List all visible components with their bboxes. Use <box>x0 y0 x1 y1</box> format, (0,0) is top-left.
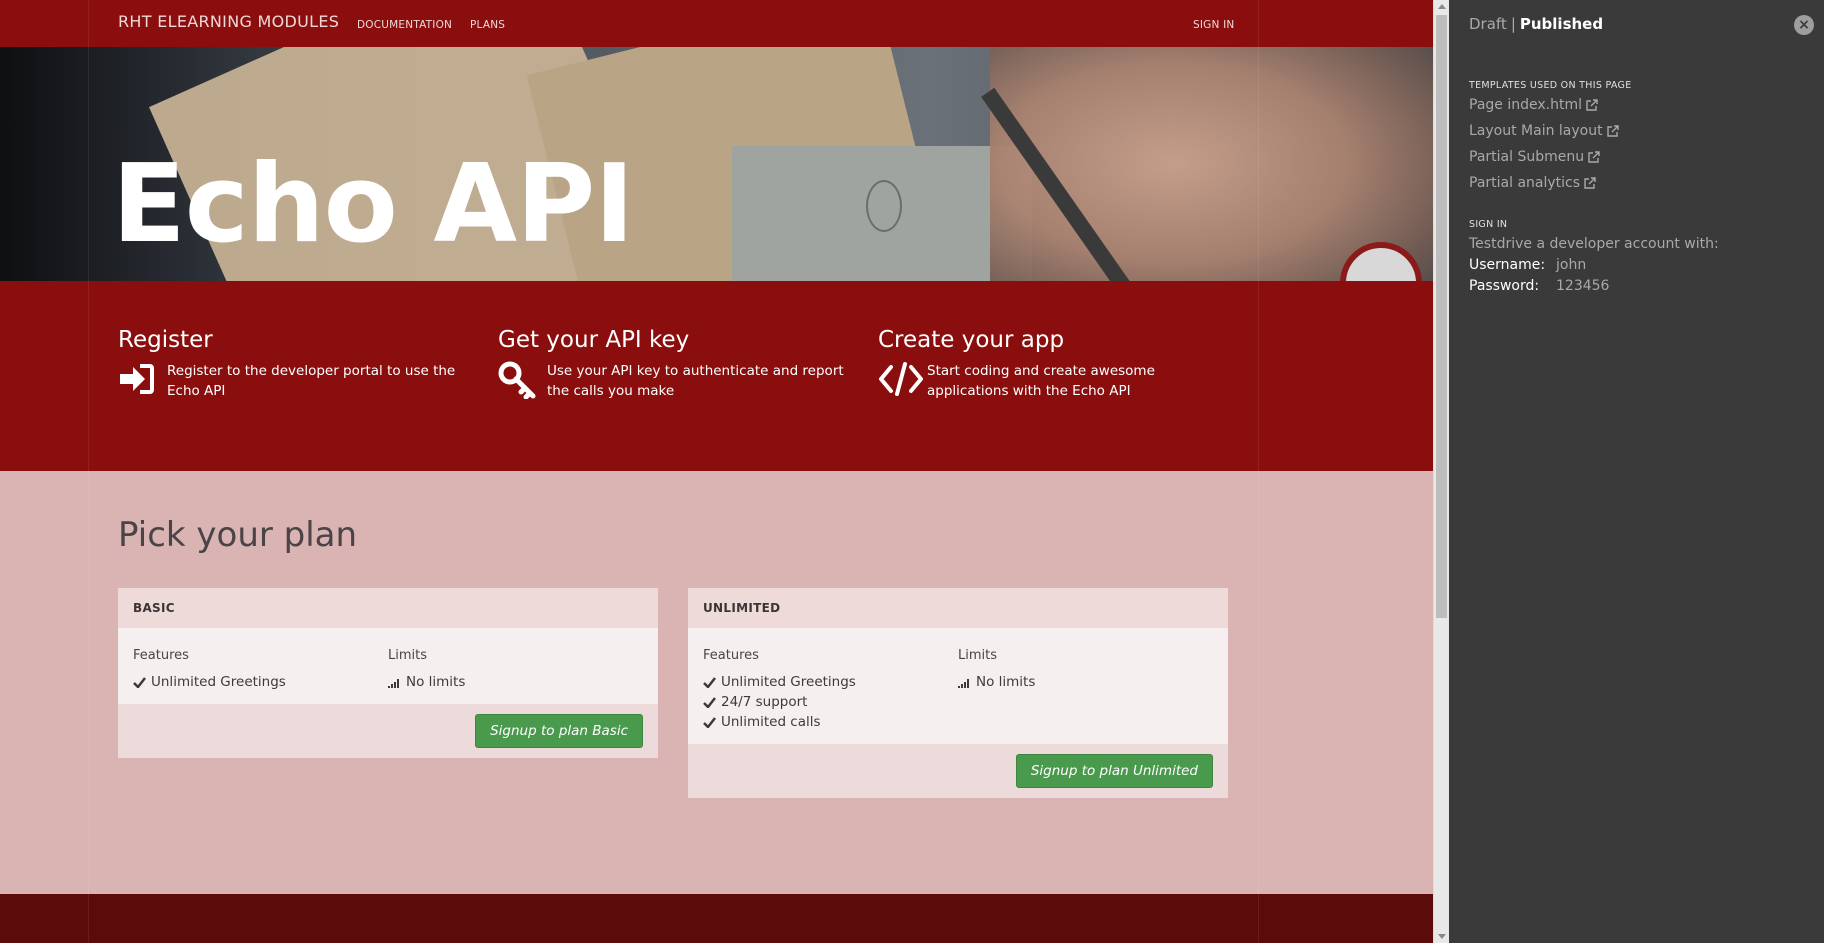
templates-heading: TEMPLATES USED ON THIS PAGE <box>1469 80 1632 91</box>
signal-bars-icon <box>958 677 972 688</box>
plan-card-unlimited: UNLIMITED Features Unlimited Greetings 2… <box>688 588 1228 798</box>
signin-heading: SIGN IN <box>1469 219 1508 230</box>
limits-label: Limits <box>958 648 997 663</box>
feature-title: Get your API key <box>498 327 690 353</box>
username-label: Username: <box>1469 257 1546 273</box>
feature-text: Start coding and create awesome applicat… <box>927 363 1155 399</box>
external-link-icon <box>1586 99 1598 111</box>
feature-text: Register to the developer portal to use … <box>167 363 456 399</box>
page-scrollbar[interactable] <box>1433 0 1449 943</box>
feature-text: Use your API key to authenticate and rep… <box>547 363 844 399</box>
draft-link[interactable]: Draft <box>1469 15 1507 33</box>
hero-title: Echo API <box>112 142 634 267</box>
check-icon <box>703 676 717 688</box>
limit-item: No limits <box>388 672 643 692</box>
signal-bars-icon <box>388 677 402 688</box>
feature-title: Create your app <box>878 327 1065 353</box>
key-icon <box>498 361 538 400</box>
portal-page: RHT ELEARNING MODULES DOCUMENTATION PLAN… <box>0 0 1433 943</box>
footer-band <box>0 894 1433 943</box>
check-icon <box>133 676 147 688</box>
nav-documentation[interactable]: DOCUMENTATION <box>357 19 452 31</box>
scroll-up-arrow-icon[interactable] <box>1438 4 1446 9</box>
close-icon[interactable]: × <box>1794 15 1814 35</box>
template-link[interactable]: Partial Submenu <box>1469 149 1600 165</box>
plan-card-basic: BASIC Features Unlimited Greetings Limit… <box>118 588 658 758</box>
plan-name: UNLIMITED <box>688 588 1228 628</box>
external-link-icon <box>1588 151 1600 163</box>
plans-title: Pick your plan <box>118 515 358 555</box>
plan-name: BASIC <box>118 588 658 628</box>
container-edge <box>1258 0 1259 943</box>
feature-api-key: Get your API key Use your API key to aut… <box>498 327 858 401</box>
brand-link[interactable]: RHT ELEARNING MODULES <box>118 12 339 31</box>
feature-create-app: Create your app Start coding and create … <box>878 327 1238 401</box>
draft-published-toggle: Draft | Published <box>1469 15 1604 33</box>
password-value: 123456 <box>1556 278 1610 294</box>
signup-unlimited-button[interactable]: Signup to plan Unlimited <box>1015 754 1213 788</box>
container-edge <box>88 0 89 943</box>
sign-in-icon <box>118 361 158 397</box>
feature-item: Unlimited Greetings <box>133 672 388 692</box>
nav-sign-in[interactable]: SIGN IN <box>1193 19 1234 31</box>
password-label: Password: <box>1469 278 1540 294</box>
features-label: Features <box>703 648 759 663</box>
code-icon <box>878 361 923 397</box>
check-icon <box>703 716 717 728</box>
template-link[interactable]: Page index.html <box>1469 97 1598 113</box>
limit-item: No limits <box>958 672 1213 692</box>
username-value: john <box>1556 257 1587 273</box>
signup-basic-button[interactable]: Signup to plan Basic <box>475 714 643 748</box>
top-nav: RHT ELEARNING MODULES DOCUMENTATION PLAN… <box>0 0 1433 47</box>
feature-register: Register Register to the developer porta… <box>118 327 478 401</box>
hero-banner: Echo API <box>0 47 1433 281</box>
published-link[interactable]: Published <box>1520 15 1603 33</box>
scroll-down-arrow-icon[interactable] <box>1438 934 1446 939</box>
feature-item: 24/7 support <box>703 692 958 712</box>
external-link-icon <box>1606 125 1619 137</box>
scrollbar-thumb[interactable] <box>1436 15 1447 618</box>
features-label: Features <box>133 648 189 663</box>
cms-side-panel: Draft | Published × TEMPLATES USED ON THIS… <box>1449 0 1824 943</box>
hero-image-seal <box>866 180 902 232</box>
feature-title: Register <box>118 327 213 353</box>
external-link-icon <box>1584 177 1596 189</box>
template-link[interactable]: Layout Main layout <box>1469 123 1619 139</box>
features-band: Register Register to the developer porta… <box>0 281 1433 471</box>
check-icon <box>703 696 717 708</box>
feature-item: Unlimited calls <box>703 712 958 732</box>
limits-label: Limits <box>388 648 427 663</box>
password-row: Password: 123456 <box>1469 278 1609 294</box>
nav-plans[interactable]: PLANS <box>470 19 505 31</box>
template-link[interactable]: Partial analytics <box>1469 175 1596 191</box>
signin-text: Testdrive a developer account with: <box>1469 236 1719 252</box>
username-row: Username: john <box>1469 257 1586 273</box>
feature-item: Unlimited Greetings <box>703 672 958 692</box>
